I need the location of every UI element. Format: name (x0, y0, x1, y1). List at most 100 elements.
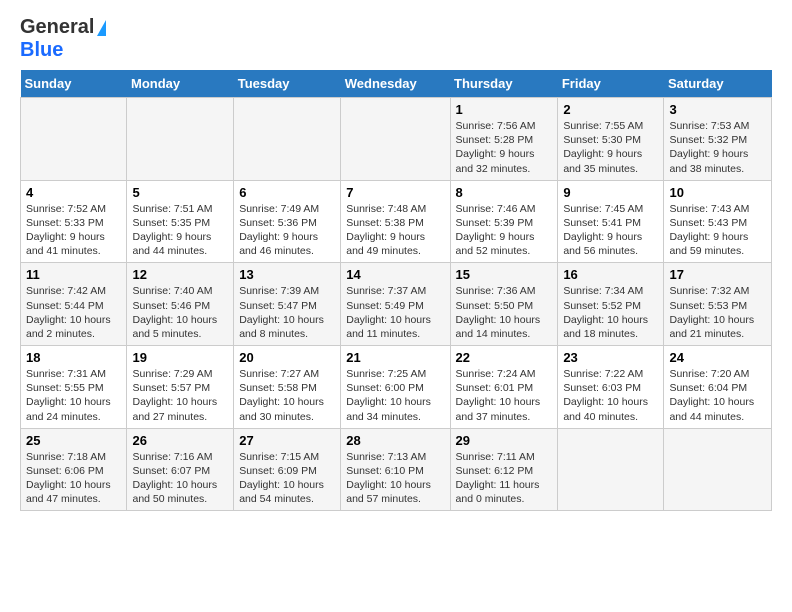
day-info: Sunrise: 7:53 AMSunset: 5:32 PMDaylight:… (669, 119, 766, 176)
weekday-thursday: Thursday (450, 70, 558, 98)
calendar-cell: 26 Sunrise: 7:16 AMSunset: 6:07 PMDayligh… (127, 428, 234, 511)
day-info: Sunrise: 7:20 AMSunset: 6:04 PMDaylight:… (669, 367, 766, 424)
logo-general: General (20, 16, 94, 39)
calendar-cell: 15 Sunrise: 7:36 AMSunset: 5:50 PMDayligh… (450, 263, 558, 346)
day-number: 7 (346, 185, 444, 200)
calendar-cell: 3 Sunrise: 7:53 AMSunset: 5:32 PMDaylight… (664, 98, 772, 181)
weekday-tuesday: Tuesday (234, 70, 341, 98)
day-info: Sunrise: 7:22 AMSunset: 6:03 PMDaylight:… (563, 367, 658, 424)
day-info: Sunrise: 7:15 AMSunset: 6:09 PMDaylight:… (239, 450, 335, 507)
day-number: 16 (563, 267, 658, 282)
day-info: Sunrise: 7:11 AMSunset: 6:12 PMDaylight:… (456, 450, 553, 507)
day-number: 4 (26, 185, 121, 200)
day-number: 22 (456, 350, 553, 365)
day-number: 17 (669, 267, 766, 282)
calendar-week-1: 1Sunrise: 7:56 AMSunset: 5:28 PMDaylight… (21, 98, 772, 181)
calendar-cell (341, 98, 450, 181)
calendar-cell (21, 98, 127, 181)
calendar-cell: 20Sunrise: 7:27 AMSunset: 5:58 PMDayligh… (234, 346, 341, 429)
day-number: 8 (456, 185, 553, 200)
weekday-header-row: SundayMondayTuesdayWednesdayThursdayFrid… (21, 70, 772, 98)
calendar-cell: 14 Sunrise: 7:37 AMSunset: 5:49 PMDayligh… (341, 263, 450, 346)
calendar-cell: 1Sunrise: 7:56 AMSunset: 5:28 PMDaylight… (450, 98, 558, 181)
day-number: 9 (563, 185, 658, 200)
day-number: 24 (669, 350, 766, 365)
calendar-cell: 24 Sunrise: 7:20 AMSunset: 6:04 PMDayligh… (664, 346, 772, 429)
day-info: Sunrise: 7:24 AMSunset: 6:01 PMDaylight:… (456, 367, 553, 424)
day-info: Sunrise: 7:51 AMSunset: 5:35 PMDaylight:… (132, 202, 228, 259)
day-info: Sunrise: 7:42 AMSunset: 5:44 PMDaylight:… (26, 284, 121, 341)
day-number: 13 (239, 267, 335, 282)
day-number: 3 (669, 102, 766, 117)
calendar-cell: 18 Sunrise: 7:31 AMSunset: 5:55 PMDayligh… (21, 346, 127, 429)
calendar-cell: 5 Sunrise: 7:51 AMSunset: 5:35 PMDaylight… (127, 180, 234, 263)
day-info: Sunrise: 7:40 AMSunset: 5:46 PMDaylight:… (132, 284, 228, 341)
calendar-table: SundayMondayTuesdayWednesdayThursdayFrid… (20, 70, 772, 511)
day-number: 14 (346, 267, 444, 282)
day-info: Sunrise: 7:56 AMSunset: 5:28 PMDaylight:… (456, 119, 553, 176)
calendar-cell: 25 Sunrise: 7:18 AMSunset: 6:06 PMDayligh… (21, 428, 127, 511)
calendar-week-2: 4 Sunrise: 7:52 AMSunset: 5:33 PMDaylight… (21, 180, 772, 263)
calendar-cell: 12 Sunrise: 7:40 AMSunset: 5:46 PMDayligh… (127, 263, 234, 346)
day-number: 28 (346, 433, 444, 448)
calendar-week-5: 25 Sunrise: 7:18 AMSunset: 6:06 PMDayligh… (21, 428, 772, 511)
calendar-week-3: 11Sunrise: 7:42 AMSunset: 5:44 PMDayligh… (21, 263, 772, 346)
logo-triangle-icon (97, 20, 106, 36)
calendar-cell (127, 98, 234, 181)
day-number: 12 (132, 267, 228, 282)
day-info: Sunrise: 7:37 AMSunset: 5:49 PMDaylight:… (346, 284, 444, 341)
day-info: Sunrise: 7:43 AMSunset: 5:43 PMDaylight:… (669, 202, 766, 259)
weekday-monday: Monday (127, 70, 234, 98)
calendar-cell: 9Sunrise: 7:45 AMSunset: 5:41 PMDaylight… (558, 180, 664, 263)
day-info: Sunrise: 7:31 AMSunset: 5:55 PMDaylight:… (26, 367, 121, 424)
weekday-sunday: Sunday (21, 70, 127, 98)
day-info: Sunrise: 7:48 AMSunset: 5:38 PMDaylight:… (346, 202, 444, 259)
day-info: Sunrise: 7:34 AMSunset: 5:52 PMDaylight:… (563, 284, 658, 341)
calendar-cell: 7 Sunrise: 7:48 AMSunset: 5:38 PMDaylight… (341, 180, 450, 263)
day-number: 19 (132, 350, 228, 365)
day-number: 2 (563, 102, 658, 117)
day-number: 5 (132, 185, 228, 200)
calendar-cell: 10 Sunrise: 7:43 AMSunset: 5:43 PMDayligh… (664, 180, 772, 263)
day-number: 29 (456, 433, 553, 448)
calendar-cell: 22 Sunrise: 7:24 AMSunset: 6:01 PMDayligh… (450, 346, 558, 429)
day-info: Sunrise: 7:49 AMSunset: 5:36 PMDaylight:… (239, 202, 335, 259)
day-number: 25 (26, 433, 121, 448)
calendar-week-4: 18 Sunrise: 7:31 AMSunset: 5:55 PMDayligh… (21, 346, 772, 429)
day-info: Sunrise: 7:32 AMSunset: 5:53 PMDaylight:… (669, 284, 766, 341)
calendar-cell: 11Sunrise: 7:42 AMSunset: 5:44 PMDayligh… (21, 263, 127, 346)
calendar-cell (558, 428, 664, 511)
day-number: 27 (239, 433, 335, 448)
calendar-cell: 17 Sunrise: 7:32 AMSunset: 5:53 PMDayligh… (664, 263, 772, 346)
header: General Blue (20, 16, 772, 62)
logo-blue: Blue (20, 39, 63, 61)
calendar-cell: 27 Sunrise: 7:15 AMSunset: 6:09 PMDayligh… (234, 428, 341, 511)
weekday-friday: Friday (558, 70, 664, 98)
day-number: 21 (346, 350, 444, 365)
calendar-cell: 29 Sunrise: 7:11 AMSunset: 6:12 PMDayligh… (450, 428, 558, 511)
calendar-cell: 16 Sunrise: 7:34 AMSunset: 5:52 PMDayligh… (558, 263, 664, 346)
day-info: Sunrise: 7:29 AMSunset: 5:57 PMDaylight:… (132, 367, 228, 424)
calendar-cell: 23 Sunrise: 7:22 AMSunset: 6:03 PMDayligh… (558, 346, 664, 429)
calendar-cell: 2Sunrise: 7:55 AMSunset: 5:30 PMDaylight… (558, 98, 664, 181)
calendar-cell: 6 Sunrise: 7:49 AMSunset: 5:36 PMDaylight… (234, 180, 341, 263)
day-number: 18 (26, 350, 121, 365)
logo: General Blue (20, 16, 106, 62)
day-number: 23 (563, 350, 658, 365)
calendar-cell: 28 Sunrise: 7:13 AMSunset: 6:10 PMDayligh… (341, 428, 450, 511)
day-info: Sunrise: 7:52 AMSunset: 5:33 PMDaylight:… (26, 202, 121, 259)
day-number: 10 (669, 185, 766, 200)
day-number: 26 (132, 433, 228, 448)
day-info: Sunrise: 7:36 AMSunset: 5:50 PMDaylight:… (456, 284, 553, 341)
day-number: 15 (456, 267, 553, 282)
day-info: Sunrise: 7:39 AMSunset: 5:47 PMDaylight:… (239, 284, 335, 341)
day-info: Sunrise: 7:16 AMSunset: 6:07 PMDaylight:… (132, 450, 228, 507)
day-info: Sunrise: 7:25 AMSunset: 6:00 PMDaylight:… (346, 367, 444, 424)
day-number: 6 (239, 185, 335, 200)
day-info: Sunrise: 7:27 AMSunset: 5:58 PMDaylight:… (239, 367, 335, 424)
day-info: Sunrise: 7:13 AMSunset: 6:10 PMDaylight:… (346, 450, 444, 507)
day-info: Sunrise: 7:18 AMSunset: 6:06 PMDaylight:… (26, 450, 121, 507)
calendar-cell: 8 Sunrise: 7:46 AMSunset: 5:39 PMDaylight… (450, 180, 558, 263)
day-info: Sunrise: 7:46 AMSunset: 5:39 PMDaylight:… (456, 202, 553, 259)
calendar-cell: 13 Sunrise: 7:39 AMSunset: 5:47 PMDayligh… (234, 263, 341, 346)
